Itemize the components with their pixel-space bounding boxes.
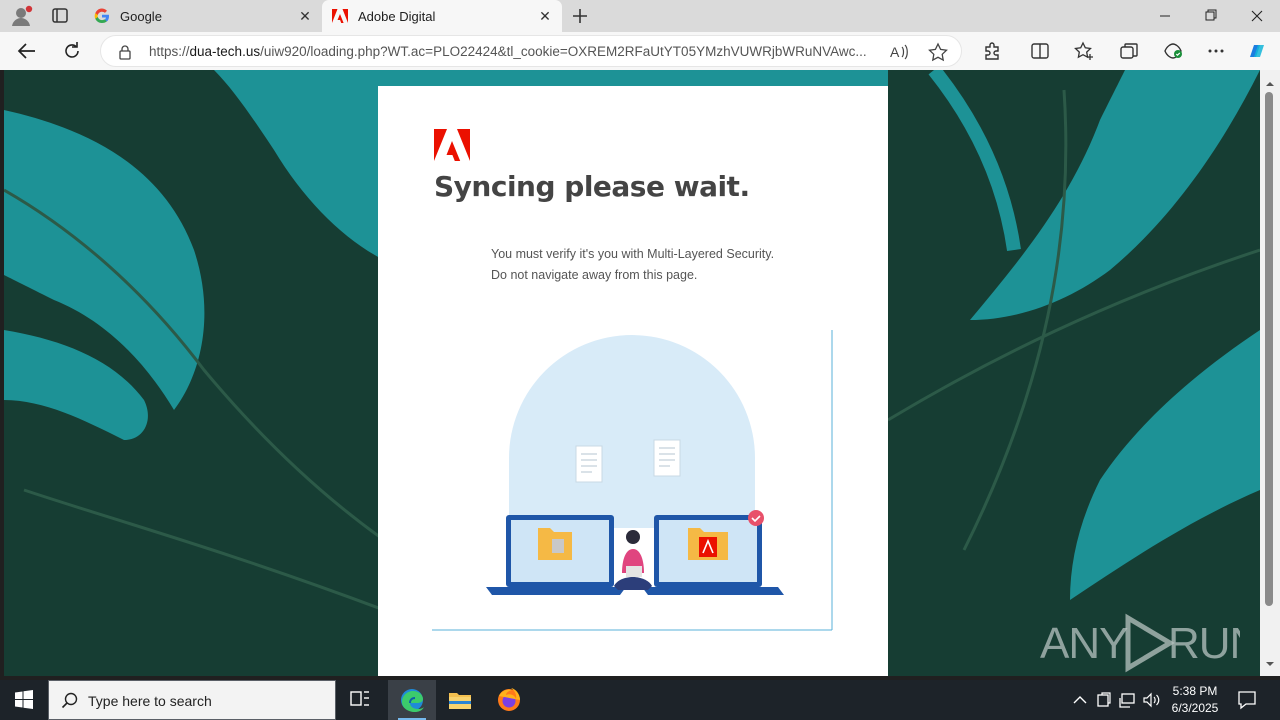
sync-card: Syncing please wait. You must verify it'… [378, 86, 888, 676]
close-tab-icon[interactable]: ✕ [536, 7, 554, 25]
close-window-button[interactable] [1234, 0, 1280, 32]
adobe-icon [332, 8, 348, 24]
address-bar[interactable]: https://dua-tech.us/uiw920/loading.php?W… [100, 35, 962, 67]
favorite-star-icon[interactable] [927, 42, 949, 62]
minimize-button[interactable] [1142, 0, 1188, 32]
task-view-icon[interactable] [336, 680, 384, 720]
notification-center-icon[interactable] [1232, 688, 1262, 712]
more-options-icon[interactable] [1203, 39, 1229, 63]
extensions-icon[interactable] [979, 39, 1005, 63]
scroll-up-icon[interactable] [1260, 74, 1280, 94]
search-icon [61, 692, 78, 709]
firefox-icon[interactable] [485, 680, 533, 720]
copilot-icon[interactable] [1244, 39, 1270, 63]
tab-actions-icon[interactable] [48, 6, 72, 26]
file-sync-illustration [432, 328, 834, 632]
restore-button[interactable] [1188, 0, 1234, 32]
browser-essentials-icon[interactable] [1160, 39, 1186, 63]
vertical-scrollbar[interactable] [1260, 70, 1280, 676]
read-aloud-icon[interactable]: A [888, 42, 910, 62]
security-tray-icon[interactable] [1094, 690, 1114, 710]
message-line: You must verify it's you with Multi-Laye… [491, 247, 775, 261]
navigation-bar: https://dua-tech.us/uiw920/loading.php?W… [0, 32, 1280, 70]
tab-google[interactable]: Google ✕ [84, 0, 322, 32]
url-text[interactable]: https://dua-tech.us/uiw920/loading.php?W… [149, 44, 889, 59]
collections-icon[interactable] [1116, 39, 1142, 63]
volume-icon[interactable] [1141, 690, 1161, 710]
file-explorer-icon[interactable] [436, 680, 484, 720]
tab-title: Adobe Digital [358, 9, 436, 24]
svg-text:ANY: ANY [1040, 619, 1128, 668]
lock-icon[interactable] [118, 44, 132, 60]
close-tab-icon[interactable]: ✕ [296, 7, 314, 25]
windows-start-icon[interactable] [0, 680, 48, 720]
favorites-icon[interactable] [1071, 39, 1097, 63]
windows-taskbar: Type here to search 5:38 PM 6/3/2025 [0, 680, 1280, 720]
verification-message: You must verify it's you with Multi-Laye… [491, 244, 774, 286]
search-placeholder: Type here to search [88, 693, 212, 709]
new-tab-icon[interactable] [568, 4, 592, 28]
refresh-icon[interactable] [59, 39, 85, 63]
tab-strip: Google ✕ Adobe Digital ✕ [0, 0, 1280, 32]
google-g-icon [94, 8, 110, 24]
back-icon[interactable] [14, 39, 40, 63]
person-icon [614, 530, 652, 590]
adobe-logo-icon [434, 129, 470, 161]
document-icon [653, 439, 681, 477]
svg-text:A: A [890, 44, 900, 60]
show-hidden-icons-icon[interactable] [1070, 690, 1090, 710]
system-clock[interactable]: 5:38 PM 6/3/2025 [1166, 683, 1224, 717]
page-viewport: Syncing please wait. You must verify it'… [4, 70, 1260, 676]
document-icon [575, 445, 603, 483]
clock-time: 5:38 PM [1172, 684, 1218, 698]
scrollbar-thumb[interactable] [1265, 92, 1273, 606]
svg-text:RUN: RUN [1168, 619, 1240, 668]
scroll-down-icon[interactable] [1260, 654, 1280, 674]
laptop-right-icon [642, 510, 784, 595]
message-line: Do not navigate away from this page. [491, 268, 698, 282]
profile-icon[interactable] [9, 4, 35, 28]
page-title: Syncing please wait. [434, 170, 750, 203]
anyrun-watermark: ANY RUN [1040, 610, 1260, 676]
split-screen-icon[interactable] [1027, 39, 1053, 63]
taskbar-search-box[interactable]: Type here to search [48, 680, 336, 720]
tab-title: Google [120, 9, 162, 24]
clock-date: 6/3/2025 [1171, 701, 1219, 715]
laptop-left-icon [486, 515, 626, 595]
tab-adobe-digital[interactable]: Adobe Digital ✕ [322, 0, 562, 32]
edge-taskbar-icon[interactable] [388, 680, 436, 720]
network-icon[interactable] [1117, 690, 1137, 710]
